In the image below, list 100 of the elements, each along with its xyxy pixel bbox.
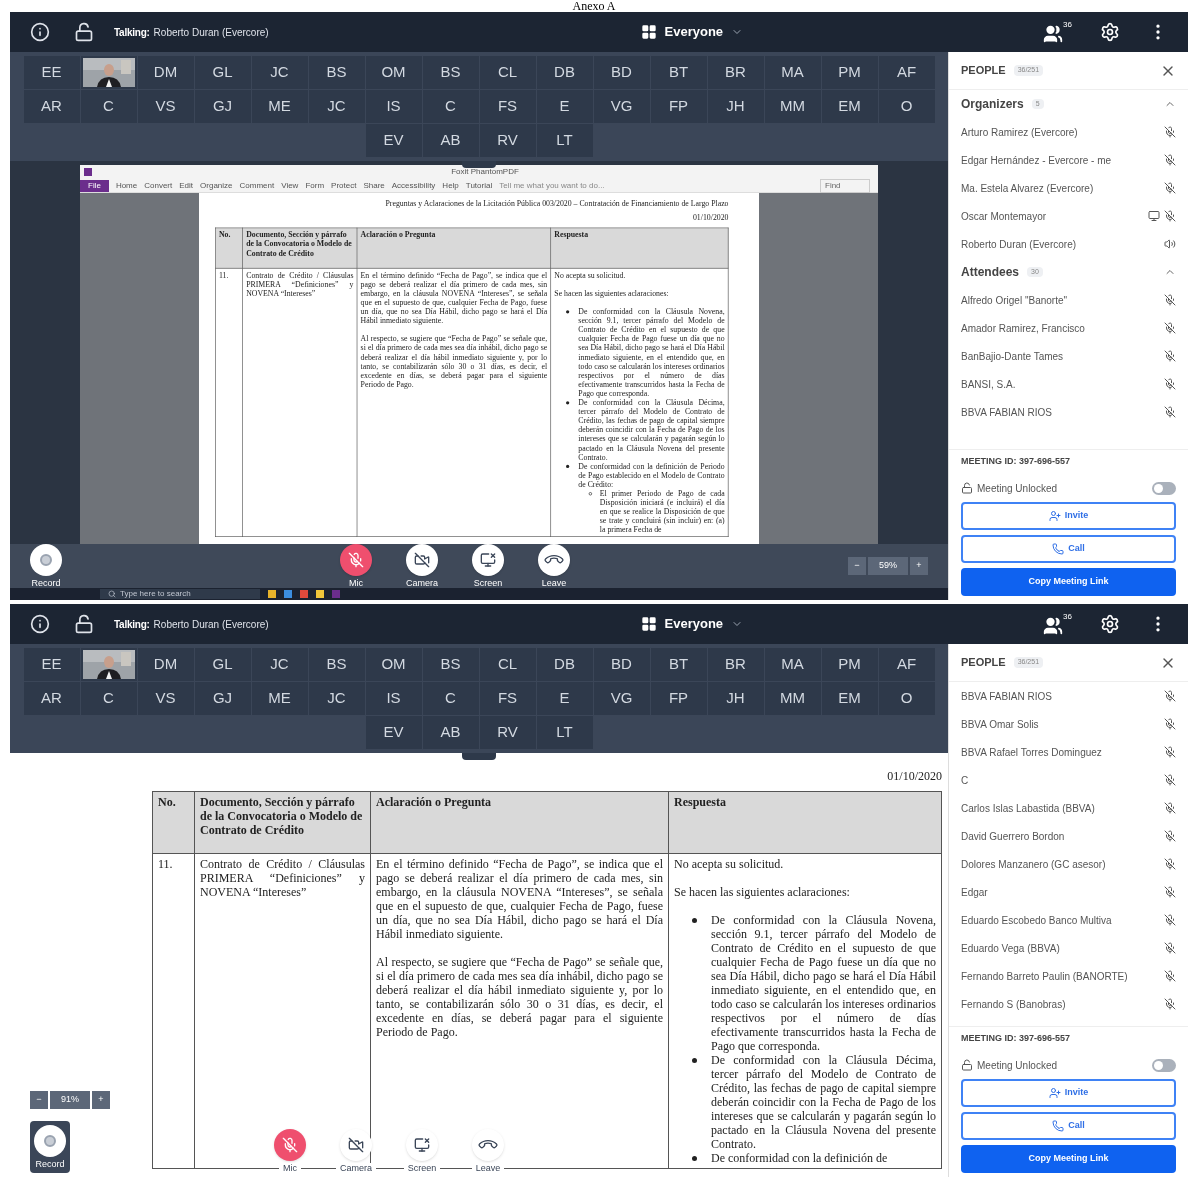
participant-tile[interactable]: LT (536, 716, 593, 749)
participant-tile[interactable]: VG (593, 90, 650, 123)
participant-row[interactable]: BBVA FABIAN RIOS (949, 398, 1188, 426)
view-dropdown[interactable]: Everyone (640, 22, 744, 42)
participant-tile[interactable]: JH (707, 682, 764, 715)
participant-tile[interactable]: ME (251, 682, 308, 715)
participant-tile[interactable]: JC (251, 648, 308, 681)
participant-tile[interactable]: GJ (194, 90, 251, 123)
participant-tile[interactable]: C (422, 90, 479, 123)
participant-tile[interactable]: PM (821, 648, 878, 681)
menu-tab[interactable]: File (80, 179, 109, 192)
zoom-in-button[interactable]: + (910, 557, 928, 576)
participant-row[interactable]: BBVA Rafael Torres Dominguez (949, 738, 1188, 766)
participant-tile[interactable]: FP (650, 90, 707, 123)
participant-tile[interactable]: LT (536, 124, 593, 157)
participant-tile[interactable]: GJ (194, 682, 251, 715)
people-button[interactable]: 36 (1043, 612, 1072, 636)
lock-toggle[interactable] (1152, 1058, 1176, 1072)
unlocked-icon[interactable] (74, 614, 94, 634)
participant-tile[interactable]: IS (365, 682, 422, 715)
participant-tile[interactable]: ME (251, 90, 308, 123)
participant-tile[interactable]: AR (23, 682, 80, 715)
camera-button[interactable] (406, 544, 438, 577)
copy-link-button[interactable]: Copy Meeting Link (961, 568, 1176, 596)
participant-row[interactable]: BANSI, S.A. (949, 370, 1188, 398)
participant-tile[interactable]: GL (194, 648, 251, 681)
participant-tile[interactable]: C (80, 90, 137, 123)
participant-tile[interactable]: GL (194, 56, 251, 89)
participant-tile[interactable]: BR (707, 56, 764, 89)
participant-tile[interactable]: C (422, 682, 479, 715)
participant-tile[interactable]: BS (422, 56, 479, 89)
participant-tile[interactable]: BS (308, 56, 365, 89)
participant-tile[interactable]: RV (479, 716, 536, 749)
participant-tile[interactable]: AF (878, 56, 935, 89)
participant-tile[interactable]: MM (764, 682, 821, 715)
participant-tile[interactable]: VS (137, 90, 194, 123)
participant-tile[interactable]: DM (137, 56, 194, 89)
participant-tile[interactable]: MA (764, 648, 821, 681)
screen-button[interactable] (472, 544, 504, 577)
camera-button[interactable] (340, 1129, 372, 1161)
invite-button[interactable]: Invite (961, 1079, 1176, 1107)
menu-tab[interactable]: Edit (179, 179, 194, 192)
leave-button[interactable] (538, 544, 570, 577)
participant-row[interactable]: Oscar Montemayor (949, 202, 1188, 230)
settings-icon[interactable] (1100, 22, 1120, 42)
find-field[interactable]: Find (820, 178, 870, 193)
screen-button[interactable] (406, 1129, 438, 1161)
participant-tile[interactable]: DB (536, 56, 593, 89)
participant-tile[interactable]: JC (308, 90, 365, 123)
participant-tile[interactable]: DM (137, 648, 194, 681)
participant-row[interactable]: Fernando Barreto Paulin (BANORTE) (949, 962, 1188, 990)
participant-video[interactable] (80, 56, 137, 89)
participant-row[interactable]: Roberto Duran (Evercore) (949, 230, 1188, 258)
participant-tile[interactable]: E (536, 682, 593, 715)
participant-tile[interactable]: IS (365, 90, 422, 123)
participant-tile[interactable]: BS (422, 648, 479, 681)
lock-toggle[interactable] (1152, 481, 1176, 495)
participant-tile[interactable]: MA (764, 56, 821, 89)
menu-tab[interactable]: View (281, 179, 299, 192)
participant-tile[interactable]: BS (308, 648, 365, 681)
menu-tab[interactable]: Convert (144, 179, 173, 192)
participant-tile[interactable]: EV (365, 716, 422, 749)
participant-tile[interactable]: OM (365, 648, 422, 681)
participant-row[interactable]: Dolores Manzanero (GC asesor) (949, 850, 1188, 878)
mic-button[interactable] (340, 544, 372, 577)
participant-tile[interactable]: RV (479, 124, 536, 157)
menu-tab[interactable]: Accessibility (391, 179, 436, 192)
participant-tile[interactable]: C (80, 682, 137, 715)
participant-tile[interactable]: FS (479, 90, 536, 123)
collapse-handle[interactable] (462, 161, 496, 168)
participant-tile[interactable]: JC (308, 682, 365, 715)
copy-link-button[interactable]: Copy Meeting Link (961, 1145, 1176, 1173)
info-icon[interactable] (30, 22, 50, 42)
participant-tile[interactable]: O (878, 90, 935, 123)
participant-tile[interactable]: BD (593, 56, 650, 89)
participant-tile[interactable]: AB (422, 716, 479, 749)
menu-tab[interactable]: Comment (239, 179, 275, 192)
participant-tile[interactable]: E (536, 90, 593, 123)
menu-tab[interactable]: Protect (331, 179, 357, 192)
zoom-out-button[interactable]: − (848, 557, 866, 576)
taskbar-search[interactable]: Type here to search (100, 589, 260, 600)
participant-row[interactable]: BanBajio-Dante Tames (949, 342, 1188, 370)
participant-row[interactable]: Eduardo Escobedo Banco Multiva (949, 906, 1188, 934)
unlocked-icon[interactable] (74, 22, 94, 42)
participant-tile[interactable]: BD (593, 648, 650, 681)
menu-tab[interactable]: Organize (200, 179, 233, 192)
participant-row[interactable]: C (949, 766, 1188, 794)
participant-row[interactable]: BBVA Omar Solis (949, 710, 1188, 738)
participant-tile[interactable]: AB (422, 124, 479, 157)
leave-button[interactable] (472, 1129, 504, 1161)
menu-tab[interactable]: Form (305, 179, 325, 192)
participant-row[interactable]: BBVA FABIAN RIOS (949, 682, 1188, 710)
participant-tile[interactable]: OM (365, 56, 422, 89)
participant-row[interactable]: Eduardo Vega (BBVA) (949, 934, 1188, 962)
menu-tab[interactable]: Share (363, 179, 385, 192)
participant-tile[interactable]: JH (707, 90, 764, 123)
participant-row[interactable]: Amador Ramirez, Francisco (949, 314, 1188, 342)
menu-tab[interactable]: Tutorial (465, 179, 493, 192)
participant-tile[interactable]: FP (650, 682, 707, 715)
call-button[interactable]: Call (961, 1112, 1176, 1140)
